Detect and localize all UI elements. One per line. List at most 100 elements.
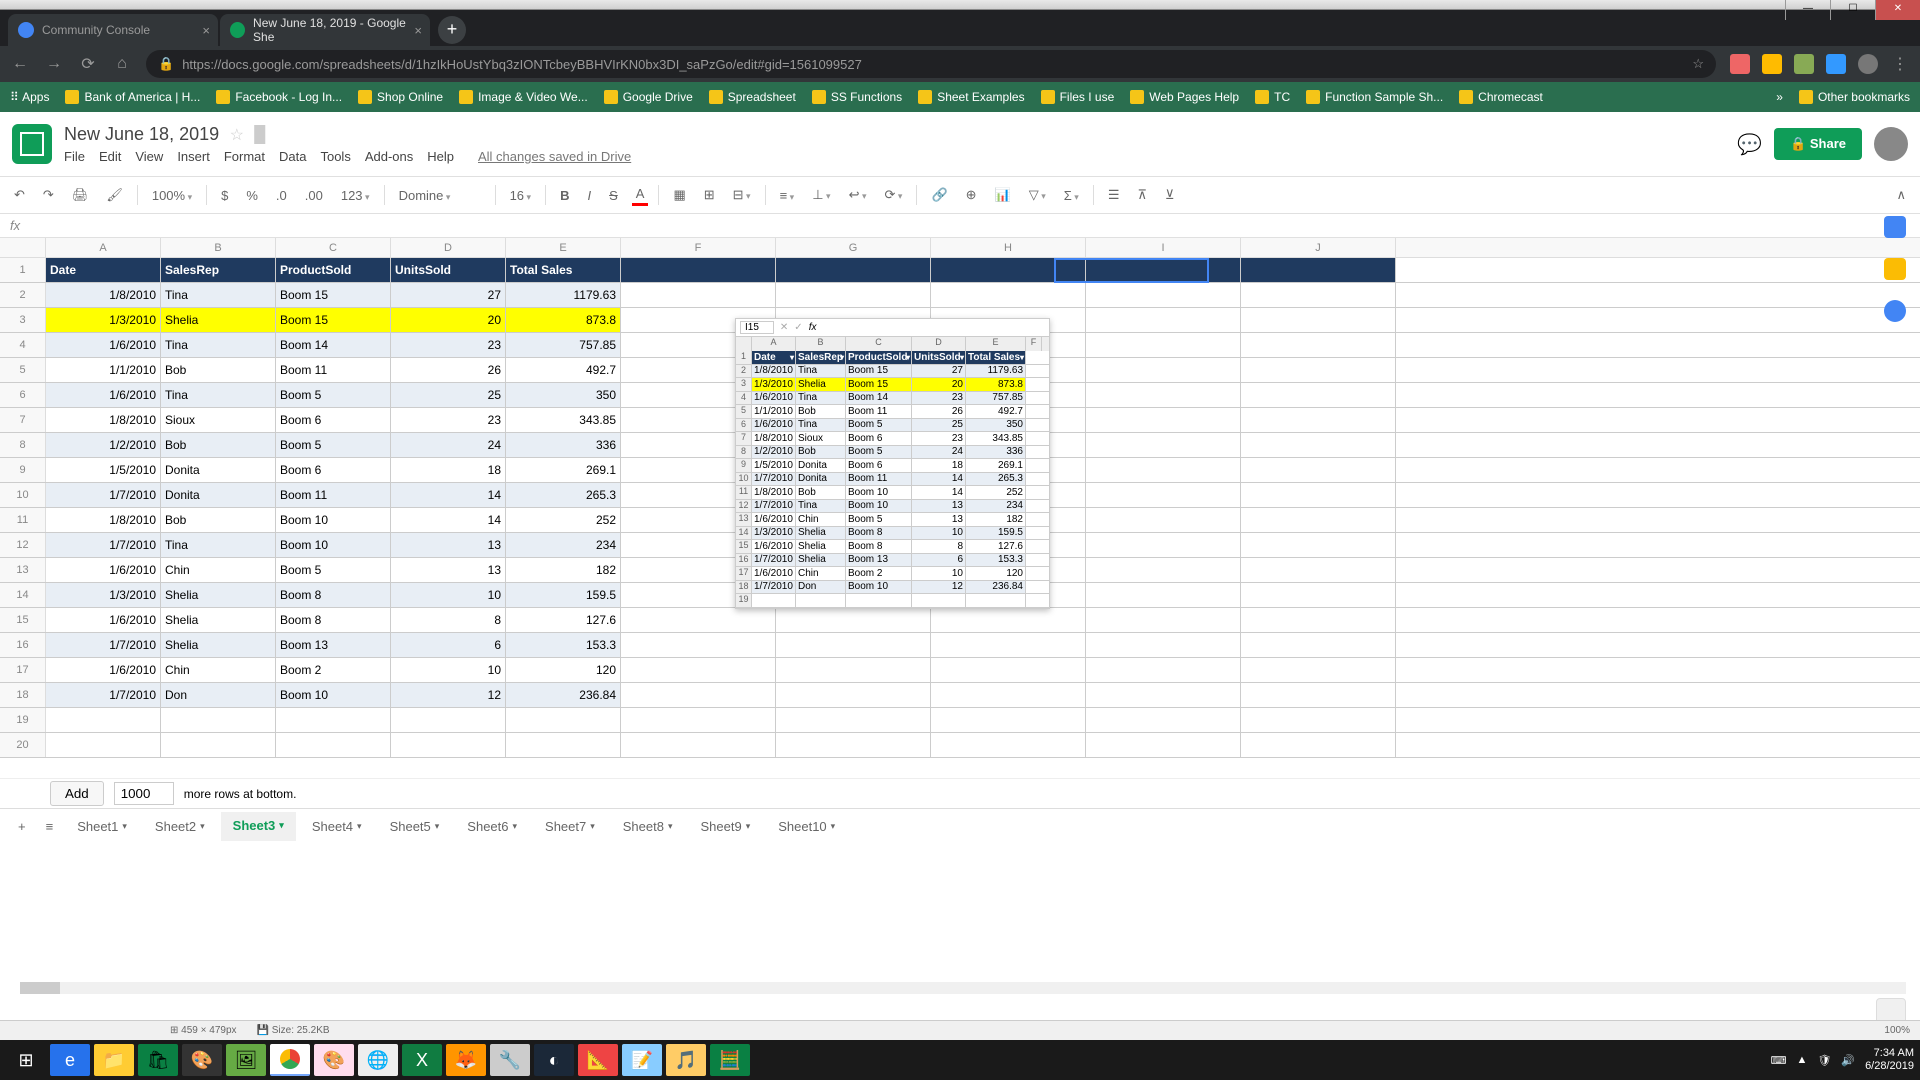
reload-button[interactable]: ⟳ — [78, 54, 98, 74]
cell[interactable] — [1086, 433, 1241, 457]
cell[interactable] — [1086, 508, 1241, 532]
column-header[interactable]: I — [1086, 238, 1241, 257]
cell[interactable]: 1/6/2010 — [46, 608, 161, 632]
cell[interactable]: 1/2/2010 — [46, 433, 161, 457]
table-row[interactable]: 151/6/2010SheliaBoom 88127.6 — [0, 608, 1920, 633]
cell[interactable] — [391, 708, 506, 732]
cell[interactable]: 1/6/2010 — [46, 658, 161, 682]
taskbar-app-chrome[interactable] — [270, 1044, 310, 1076]
cell[interactable]: Bob — [161, 508, 276, 532]
cell[interactable]: Boom 10 — [276, 508, 391, 532]
font-size-dropdown[interactable]: 16 — [506, 186, 536, 205]
window-minimize-button[interactable]: — — [1785, 0, 1830, 20]
cell[interactable]: UnitsSold — [391, 258, 506, 282]
cell[interactable] — [46, 708, 161, 732]
zoom-dropdown[interactable]: 100% — [148, 186, 196, 205]
cell[interactable] — [776, 608, 931, 632]
cell[interactable] — [1086, 633, 1241, 657]
cell[interactable]: 18 — [391, 458, 506, 482]
chart-button[interactable]: 📊 — [991, 185, 1015, 205]
tray-volume-icon[interactable]: 🔊 — [1841, 1054, 1855, 1067]
row-header[interactable]: 9 — [0, 458, 46, 482]
cell[interactable] — [1086, 458, 1241, 482]
sheet-tab[interactable]: Sheet2▾ — [143, 813, 217, 840]
bookmark-item[interactable]: TC — [1255, 90, 1290, 104]
menu-view[interactable]: View — [135, 149, 163, 164]
menu-file[interactable]: File — [64, 149, 85, 164]
cell[interactable] — [621, 658, 776, 682]
cell[interactable]: 6 — [391, 633, 506, 657]
cell[interactable] — [1086, 383, 1241, 407]
tray-keyboard-icon[interactable]: ⌨ — [1771, 1054, 1787, 1067]
bookmark-item[interactable]: Facebook - Log In... — [216, 90, 342, 104]
bookmark-item[interactable]: Sheet Examples — [918, 90, 1024, 104]
bookmark-item[interactable]: Image & Video We... — [459, 90, 588, 104]
cell[interactable]: 8 — [391, 608, 506, 632]
back-button[interactable]: ← — [10, 55, 30, 73]
cell[interactable]: 1/6/2010 — [46, 333, 161, 357]
taskbar-app[interactable]: 📐 — [578, 1044, 618, 1076]
cell[interactable]: 26 — [391, 358, 506, 382]
cell[interactable] — [1086, 358, 1241, 382]
cell[interactable]: Shelia — [161, 308, 276, 332]
row-header[interactable]: 4 — [0, 333, 46, 357]
add-rows-input[interactable] — [114, 782, 174, 805]
bookmark-item[interactable]: Shop Online — [358, 90, 443, 104]
extension-icon[interactable] — [1794, 54, 1814, 74]
sheet-tab[interactable]: Sheet7▾ — [533, 813, 607, 840]
toolbar-extra-2[interactable]: ⊼ — [1133, 185, 1151, 205]
cell[interactable]: 13 — [391, 533, 506, 557]
cell[interactable]: ProductSold — [276, 258, 391, 282]
row-header[interactable]: 17 — [0, 658, 46, 682]
cell[interactable]: Boom 5 — [276, 383, 391, 407]
bookmarks-apps[interactable]: ⠿ Apps — [10, 90, 49, 104]
sheet-tab[interactable]: Sheet4▾ — [300, 813, 374, 840]
comments-button[interactable]: 💬 — [1737, 132, 1762, 157]
cell[interactable] — [931, 733, 1086, 757]
sheet-tab[interactable]: Sheet8▾ — [611, 813, 685, 840]
cell[interactable] — [1241, 733, 1396, 757]
row-header[interactable]: 8 — [0, 433, 46, 457]
cell[interactable] — [161, 733, 276, 757]
sheet-tab-dropdown-icon[interactable]: ▾ — [357, 821, 362, 832]
row-header[interactable]: 16 — [0, 633, 46, 657]
paint-format-button[interactable]: 🖌 — [102, 185, 127, 205]
cell[interactable]: 492.7 — [506, 358, 621, 382]
cell[interactable]: 14 — [391, 483, 506, 507]
table-row[interactable]: 19 — [0, 708, 1920, 733]
close-tab-icon[interactable]: × — [202, 23, 210, 38]
cell[interactable] — [1086, 308, 1241, 332]
cell[interactable] — [1086, 583, 1241, 607]
sheet-tab-dropdown-icon[interactable]: ▾ — [831, 821, 836, 832]
cell[interactable]: 1/6/2010 — [46, 558, 161, 582]
row-header[interactable]: 18 — [0, 683, 46, 707]
cell[interactable] — [621, 708, 776, 732]
cell[interactable] — [1086, 708, 1241, 732]
cell[interactable]: Boom 5 — [276, 433, 391, 457]
cell[interactable]: Boom 15 — [276, 308, 391, 332]
sheet-tab[interactable]: Sheet9▾ — [689, 813, 763, 840]
cell[interactable] — [1086, 683, 1241, 707]
cell[interactable]: Donita — [161, 483, 276, 507]
table-row[interactable]: 1DateSalesRepProductSoldUnitsSoldTotal S… — [0, 258, 1920, 283]
sheet-tab-dropdown-icon[interactable]: ▾ — [200, 821, 205, 832]
column-header[interactable]: F — [621, 238, 776, 257]
column-header[interactable]: E — [506, 238, 621, 257]
fill-color-button[interactable]: ▦ — [669, 185, 689, 205]
close-tab-icon[interactable]: × — [414, 23, 422, 38]
cell[interactable]: 265.3 — [506, 483, 621, 507]
cell[interactable]: 343.85 — [506, 408, 621, 432]
filter-dropdown[interactable]: ▽ — [1025, 185, 1050, 205]
menu-add-ons[interactable]: Add-ons — [365, 149, 413, 164]
table-row[interactable]: 20 — [0, 733, 1920, 758]
row-header[interactable]: 2 — [0, 283, 46, 307]
cell[interactable]: 757.85 — [506, 333, 621, 357]
cell[interactable] — [931, 658, 1086, 682]
column-header[interactable]: A — [46, 238, 161, 257]
cell[interactable]: 24 — [391, 433, 506, 457]
cell[interactable] — [1086, 608, 1241, 632]
cell[interactable]: Chin — [161, 558, 276, 582]
row-header[interactable]: 19 — [0, 708, 46, 732]
halign-dropdown[interactable]: ≡ — [776, 186, 799, 205]
taskbar-app[interactable]: 🖼 — [226, 1044, 266, 1076]
